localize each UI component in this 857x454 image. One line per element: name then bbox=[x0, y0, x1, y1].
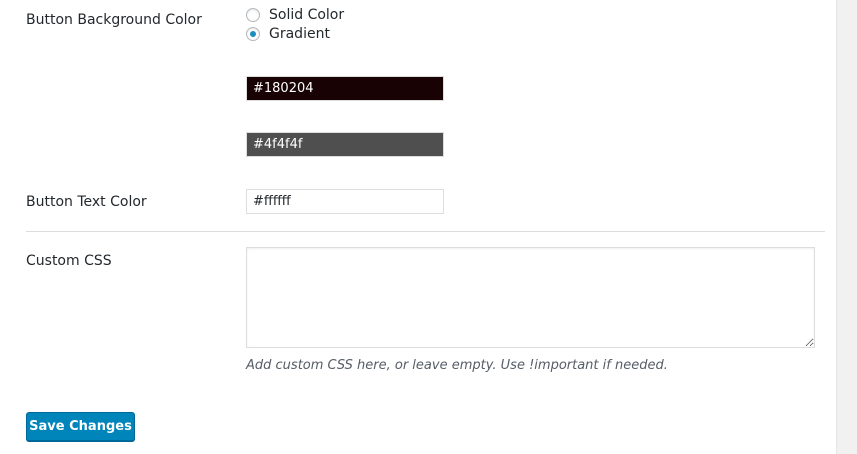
save-changes-button[interactable]: Save Changes bbox=[26, 412, 135, 441]
radio-solid-color-label[interactable]: Solid Color bbox=[269, 7, 344, 23]
custom-css-textarea[interactable] bbox=[246, 247, 815, 348]
radio-gradient-indicator[interactable] bbox=[246, 27, 260, 41]
settings-panel: Button Background Color Solid Color Grad… bbox=[0, 0, 837, 454]
custom-css-description: Add custom CSS here, or leave empty. Use… bbox=[246, 358, 668, 373]
radio-gradient-label[interactable]: Gradient bbox=[269, 26, 330, 42]
gradient-end-color-input[interactable] bbox=[246, 132, 444, 157]
custom-css-label: Custom CSS bbox=[26, 253, 112, 269]
radio-solid-color-indicator[interactable] bbox=[246, 8, 260, 22]
radio-solid-color[interactable]: Solid Color bbox=[246, 7, 344, 23]
section-divider bbox=[26, 231, 825, 232]
button-text-color-label: Button Text Color bbox=[26, 194, 147, 210]
button-background-color-label: Button Background Color bbox=[26, 12, 202, 28]
gradient-start-color-input[interactable] bbox=[246, 76, 444, 101]
button-text-color-input[interactable] bbox=[246, 189, 444, 214]
radio-gradient[interactable]: Gradient bbox=[246, 26, 330, 42]
